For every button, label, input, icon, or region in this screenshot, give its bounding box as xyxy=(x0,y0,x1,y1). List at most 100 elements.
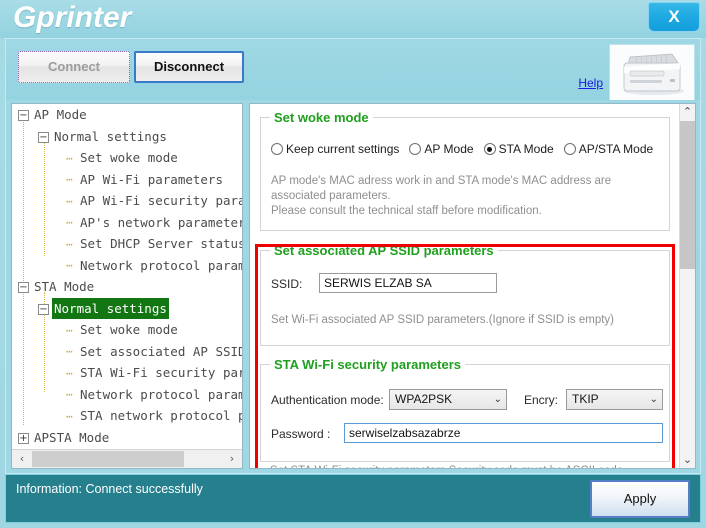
tree-node-label: Set associated AP SSID parameters xyxy=(80,343,243,359)
tree-node-label: Network protocol parameters xyxy=(80,257,243,273)
printer-icon xyxy=(609,44,695,101)
tree-node-ap-wifi-parameters[interactable]: ⋯ AP Wi-Fi parameters xyxy=(12,169,242,191)
tree-leaf-icon: ⋯ xyxy=(66,345,73,359)
radio-circle-icon xyxy=(409,143,422,155)
tree-node-label: Network protocol parameters xyxy=(80,386,243,402)
ssid-input[interactable]: SERWIS ELZAB SA xyxy=(319,273,497,293)
sta-security-group: STA Wi-Fi security parameters Authentica… xyxy=(260,357,670,462)
tree-node-label: Set woke mode xyxy=(80,150,178,165)
status-bar: Information: Connect successfully Apply xyxy=(5,474,701,523)
radio-label: AP/STA Mode xyxy=(578,142,654,156)
authentication-mode-select[interactable]: WPA2PSK ⌄ xyxy=(389,389,507,410)
tree-node-label: STA Wi-Fi security parameters xyxy=(80,365,242,380)
radio-circle-selected-icon xyxy=(483,143,496,155)
tree-node-set-associated-ap-ssid-parameters[interactable]: ⋯ Set associated AP SSID parameters xyxy=(12,341,243,363)
tree-node-ap-mode[interactable]: − AP Mode xyxy=(12,104,242,126)
radio-ap-mode[interactable]: AP Mode xyxy=(409,142,474,156)
tree-node-label: Normal settings xyxy=(54,128,167,144)
help-link[interactable]: Help xyxy=(578,76,603,90)
scroll-up-icon[interactable]: ⌃ xyxy=(680,104,695,120)
scrollbar-thumb[interactable] xyxy=(32,451,184,467)
ssid-group-title: Set associated AP SSID parameters xyxy=(270,243,498,258)
scroll-down-icon[interactable]: ⌄ xyxy=(680,452,695,468)
tree-node-apsta-mode[interactable]: + APSTA Mode xyxy=(12,427,242,449)
settings-content-panel: Set woke mode Keep current settings AP M… xyxy=(249,103,696,469)
main-area: − AP Mode − Normal settings ⋯ Set woke mode… xyxy=(5,100,701,474)
encryption-select[interactable]: TKIP ⌄ xyxy=(566,389,663,410)
woke-mode-radio-group: Keep current settings AP Mode STA Mode A… xyxy=(271,140,663,158)
tree-node-ap-wifi-security-parameters[interactable]: ⋯ AP Wi-Fi security parameters xyxy=(12,190,242,212)
tree-leaf-icon: ⋯ xyxy=(66,173,73,187)
tree-node-label: AP's network parameters xyxy=(80,214,243,230)
tree-node-ap-set-woke-mode[interactable]: ⋯ Set woke mode xyxy=(12,147,242,169)
tree-nodes: − AP Mode − Normal settings ⋯ Set woke mode… xyxy=(12,104,243,449)
collapse-icon[interactable]: − xyxy=(38,303,49,315)
radio-circle-icon xyxy=(563,143,576,155)
tree-node-label: Normal settings xyxy=(52,297,169,319)
gprinter-window: Gprinter X Connect Disconnect Help − AP … xyxy=(0,0,706,528)
tree-leaf-icon: ⋯ xyxy=(66,194,73,208)
set-woke-mode-group: Set woke mode Keep current settings AP M… xyxy=(260,110,670,231)
tree-leaf-icon: ⋯ xyxy=(66,323,73,337)
security-description: Set STA Wi-Fi security parameters.Securi… xyxy=(270,464,670,468)
toolbar: Connect Disconnect Help xyxy=(5,38,701,101)
authentication-mode-value: WPA2PSK xyxy=(395,392,453,406)
security-group-title: STA Wi-Fi security parameters xyxy=(270,357,465,372)
radio-circle-icon xyxy=(271,143,283,155)
expand-icon[interactable]: + xyxy=(18,432,29,444)
tree-node-label: AP Wi-Fi parameters xyxy=(80,171,223,187)
tree-leaf-icon: ⋯ xyxy=(66,366,73,380)
tree-node-sta-wifi-security-parameters[interactable]: ⋯ STA Wi-Fi security parameters xyxy=(12,362,242,384)
radio-ap-sta-mode[interactable]: AP/STA Mode xyxy=(563,142,654,156)
status-message: Information: Connect successfully xyxy=(16,482,203,496)
tree-leaf-icon: ⋯ xyxy=(66,216,73,230)
chevron-down-icon: ⌄ xyxy=(493,394,502,405)
collapse-icon[interactable]: − xyxy=(18,110,29,121)
tree-leaf-icon: ⋯ xyxy=(66,237,73,251)
radio-keep-current-settings[interactable]: Keep current settings xyxy=(271,142,399,156)
description-line: associated parameters. xyxy=(271,190,391,202)
tree-node-sta-mode[interactable]: − STA Mode xyxy=(12,276,242,298)
tree-leaf-icon: ⋯ xyxy=(66,151,73,165)
password-input[interactable]: serwiselzabsazabrze xyxy=(344,423,663,443)
tree-node-sta-set-woke-mode[interactable]: ⋯ Set woke mode xyxy=(12,319,242,341)
tree-node-ap-normal-settings[interactable]: − Normal settings xyxy=(12,126,242,148)
tree-horizontal-scrollbar[interactable]: ‹ › xyxy=(12,449,242,468)
content-vertical-scrollbar[interactable]: ⌃ ⌄ xyxy=(679,104,695,468)
tree-node-label: STA network protocol parameters xyxy=(80,408,242,423)
connect-button[interactable]: Connect xyxy=(18,51,130,83)
description-line: Please consult the technical staff befor… xyxy=(271,205,542,217)
tree-node-label: AP Mode xyxy=(34,107,87,122)
tree-node-label: Set woke mode xyxy=(80,322,178,337)
tree-node-sta-normal-settings[interactable]: − Normal settings xyxy=(12,297,242,319)
disconnect-button[interactable]: Disconnect xyxy=(134,51,244,83)
close-icon[interactable]: X xyxy=(648,2,700,32)
printer-illustration xyxy=(610,45,694,100)
settings-tree[interactable]: − AP Mode − Normal settings ⋯ Set woke mode… xyxy=(11,103,243,469)
collapse-icon[interactable]: − xyxy=(38,131,49,143)
tree-node-sta-network-protocol-parameters-2[interactable]: ⋯ STA network protocol parameters xyxy=(12,405,242,427)
title-bar: Gprinter X xyxy=(0,0,706,38)
scroll-left-icon[interactable]: ‹ xyxy=(13,450,31,468)
collapse-icon[interactable]: − xyxy=(18,282,29,293)
tree-node-label: STA Mode xyxy=(34,279,95,294)
scroll-right-icon[interactable]: › xyxy=(223,450,241,468)
radio-label: AP Mode xyxy=(424,142,474,156)
woke-mode-description: AP mode's MAC adress work in and STA mod… xyxy=(271,174,663,219)
tree-leaf-icon: ⋯ xyxy=(66,259,73,273)
tree-node-label: AP Wi-Fi security parameters xyxy=(80,193,242,208)
encryption-label: Encry: xyxy=(524,393,559,407)
scrollbar-thumb[interactable] xyxy=(680,121,695,269)
chevron-down-icon: ⌄ xyxy=(649,394,658,405)
tree-node-sta-network-protocol-parameters[interactable]: ⋯ Network protocol parameters xyxy=(12,384,243,406)
radio-label: STA Mode xyxy=(498,142,554,156)
radio-sta-mode[interactable]: STA Mode xyxy=(483,142,554,156)
tree-leaf-icon: ⋯ xyxy=(66,388,73,402)
ssid-description: Set Wi-Fi associated AP SSID parameters.… xyxy=(271,314,614,326)
tree-node-ap-network-parameters[interactable]: ⋯ AP's network parameters xyxy=(12,212,243,234)
radio-label: Keep current settings xyxy=(286,142,400,156)
tree-node-set-dhcp-server-status[interactable]: ⋯ Set DHCP Server status xyxy=(12,233,242,255)
tree-node-ap-network-protocol-parameters[interactable]: ⋯ Network protocol parameters xyxy=(12,255,243,277)
app-title: Gprinter xyxy=(13,1,132,34)
apply-button[interactable]: Apply xyxy=(590,480,690,518)
